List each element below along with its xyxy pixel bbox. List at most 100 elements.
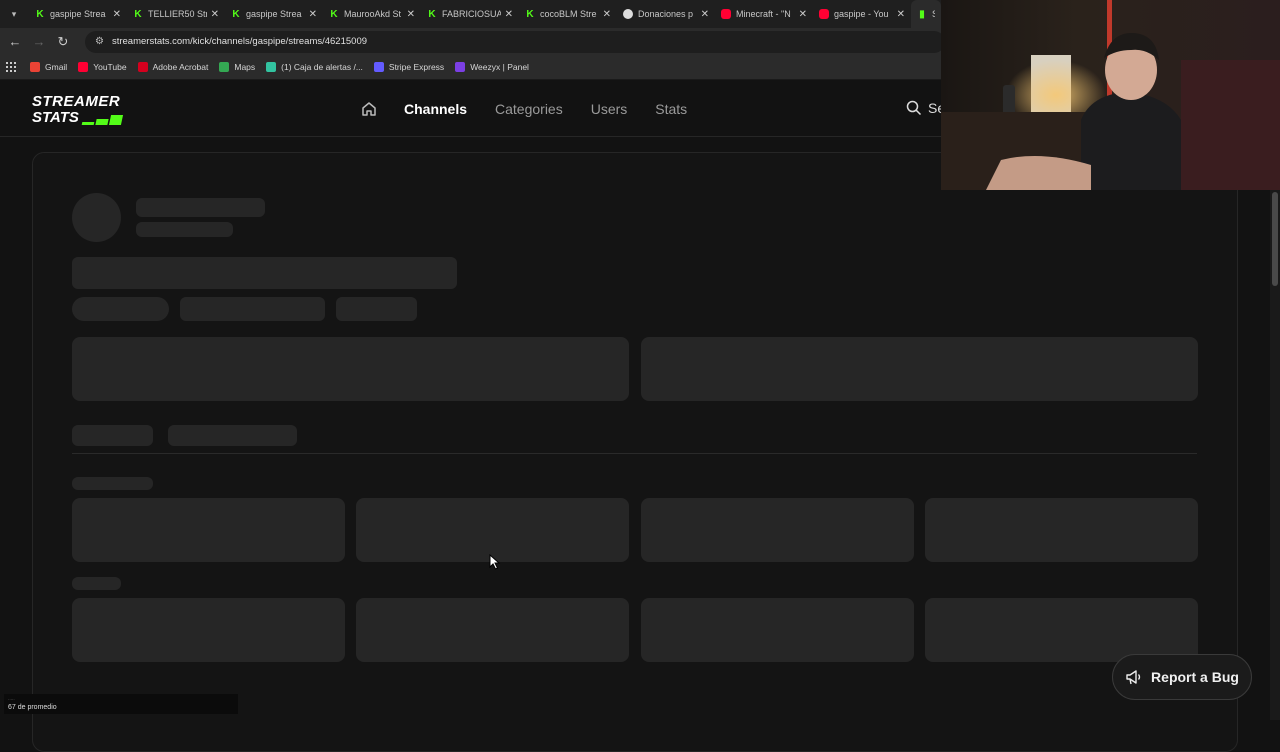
webcam-overlay [941, 0, 1280, 190]
browser-tab[interactable]: Kgaspipe Strea ✕ [29, 0, 127, 28]
acrobat-icon [137, 62, 148, 72]
skeleton-avatar [72, 193, 121, 242]
browser-tab-title: cocoBLM Stre [540, 9, 597, 19]
browser-tab-title: St [932, 9, 935, 19]
site-info-icon[interactable]: ⚙ [95, 36, 104, 47]
scrollbar-thumb[interactable] [1272, 192, 1278, 286]
bookmark-item[interactable]: YouTube [78, 62, 127, 72]
skeleton-stat-box [356, 598, 629, 662]
bookmark-item[interactable]: (1) Caja de alertas /... [266, 62, 363, 72]
browser-tab[interactable]: K MaurooAkd St ✕ [323, 0, 421, 28]
skeleton-panel [72, 337, 629, 401]
browser-tab[interactable]: Kgaspipe Strea ✕ [225, 0, 323, 28]
tab-close-icon[interactable]: ✕ [505, 9, 513, 20]
skeleton-stat-box [356, 498, 629, 562]
kick-favicon-icon: K [134, 8, 142, 20]
bookmark-item[interactable]: Stripe Express [373, 62, 445, 72]
tab-search-chevron-icon[interactable]: ▾ [3, 3, 25, 25]
tab-close-icon[interactable]: ✕ [897, 9, 905, 20]
gmail-icon [30, 62, 40, 72]
skeleton-section-label [72, 477, 153, 490]
bookmark-label: Adobe Acrobat [152, 62, 209, 72]
apps-grid-icon[interactable] [6, 62, 16, 72]
nav-users[interactable]: Users [591, 101, 628, 117]
nav-channels[interactable]: Channels [404, 101, 467, 117]
skeleton-pill [180, 297, 325, 321]
webcam-image [941, 0, 1280, 190]
stream-overlay-label: ····· 67 de promedio [4, 694, 238, 714]
report-bug-button[interactable]: Report a Bug [1112, 654, 1252, 700]
url-text: streamerstats.com/kick/channels/gaspipe/… [111, 36, 368, 47]
bookmark-item[interactable]: Weezyx | Panel [455, 62, 529, 72]
forward-arrow-icon[interactable]: → [27, 30, 51, 54]
alerts-icon [266, 62, 277, 72]
logo-bars-icon [81, 115, 124, 125]
bookmark-label: Stripe Express [388, 62, 445, 72]
megaphone-icon [1126, 670, 1141, 685]
tab-close-icon[interactable]: ✕ [211, 9, 219, 20]
tab-close-icon[interactable]: ✕ [113, 9, 121, 20]
browser-tab[interactable]: Donaciones p ✕ [617, 0, 715, 28]
browser-tab[interactable]: K FABRICIOSUA ✕ [421, 0, 519, 28]
skeleton-stat-box [925, 498, 1198, 562]
bookmark-item[interactable]: Adobe Acrobat [137, 62, 209, 72]
youtube-favicon-icon [819, 9, 829, 19]
browser-tab[interactable]: KcocoBLM Stre ✕ [519, 0, 617, 28]
browser-tab-title: gaspipe - You [834, 9, 889, 19]
tab-close-icon[interactable]: ✕ [701, 9, 709, 20]
skeleton-pill [336, 297, 417, 321]
kick-favicon-icon: K [36, 8, 44, 20]
bookmark-item[interactable]: Maps [219, 62, 255, 72]
youtube-icon [78, 62, 89, 72]
browser-tab-title: Minecraft - "N [736, 9, 791, 19]
bookmark-label: (1) Caja de alertas /... [281, 62, 363, 72]
kick-favicon-icon: K [232, 8, 240, 20]
search-button[interactable]: Se [906, 100, 945, 116]
stripe-icon [373, 62, 384, 72]
skeleton-stat-box [72, 598, 345, 662]
browser-tab-title: MaurooAkd St [344, 9, 402, 19]
browser-tab-title: FABRICIOSUA [442, 9, 501, 19]
skeleton-stat-box [641, 598, 914, 662]
browser-tab[interactable]: gaspipe - You ✕ [813, 0, 911, 28]
kick-favicon-icon: K [526, 8, 534, 20]
streamerstats-favicon-icon: ▮ [919, 8, 925, 20]
content-divider [72, 453, 1197, 454]
skeleton-stat-box [641, 498, 914, 562]
nav-stats[interactable]: Stats [655, 101, 687, 117]
skeleton-tab [72, 425, 153, 446]
tab-close-icon[interactable]: ✕ [407, 9, 415, 20]
skeleton-section-label [72, 577, 121, 590]
logo-line2: STATS [32, 109, 79, 126]
skeleton-channel-name [136, 198, 265, 217]
search-icon [906, 100, 922, 116]
maps-icon [219, 62, 230, 72]
nav-categories[interactable]: Categories [495, 101, 563, 117]
bookmark-item[interactable]: Gmail [30, 62, 67, 72]
browser-tab[interactable]: ▮ St [911, 0, 941, 28]
address-bar[interactable]: ⚙ streamerstats.com/kick/channels/gaspip… [85, 30, 945, 53]
tab-close-icon[interactable]: ✕ [603, 9, 611, 20]
tab-close-icon[interactable]: ✕ [309, 9, 317, 20]
bookmark-label: Weezyx | Panel [470, 62, 529, 72]
browser-tab-title: gaspipe Strea [246, 9, 302, 19]
skeleton-stat-box [925, 598, 1198, 662]
weezyx-icon [455, 62, 466, 72]
tab-close-icon[interactable]: ✕ [799, 9, 807, 20]
skeleton-stream-title [72, 257, 457, 289]
browser-tab[interactable]: Minecraft - "N ✕ [715, 0, 813, 28]
logo-line1: STREAMER [32, 93, 121, 110]
streamerstats-logo[interactable]: STREAMER STATS [32, 94, 152, 126]
page-scrollbar[interactable] [1270, 190, 1280, 720]
reload-icon[interactable]: ↻ [51, 30, 75, 54]
skeleton-channel-sub [136, 222, 233, 237]
back-arrow-icon[interactable]: ← [3, 30, 27, 54]
browser-tab[interactable]: K TELLIER50 Stre ✕ [127, 0, 225, 28]
mouse-cursor-icon [489, 554, 501, 570]
overlay-text: 67 de promedio [8, 704, 57, 711]
home-icon[interactable] [360, 100, 378, 118]
stream-skeleton-card [32, 152, 1238, 752]
report-bug-label: Report a Bug [1151, 669, 1239, 685]
bookmark-label: YouTube [93, 62, 127, 72]
kick-favicon-icon: K [428, 8, 436, 20]
